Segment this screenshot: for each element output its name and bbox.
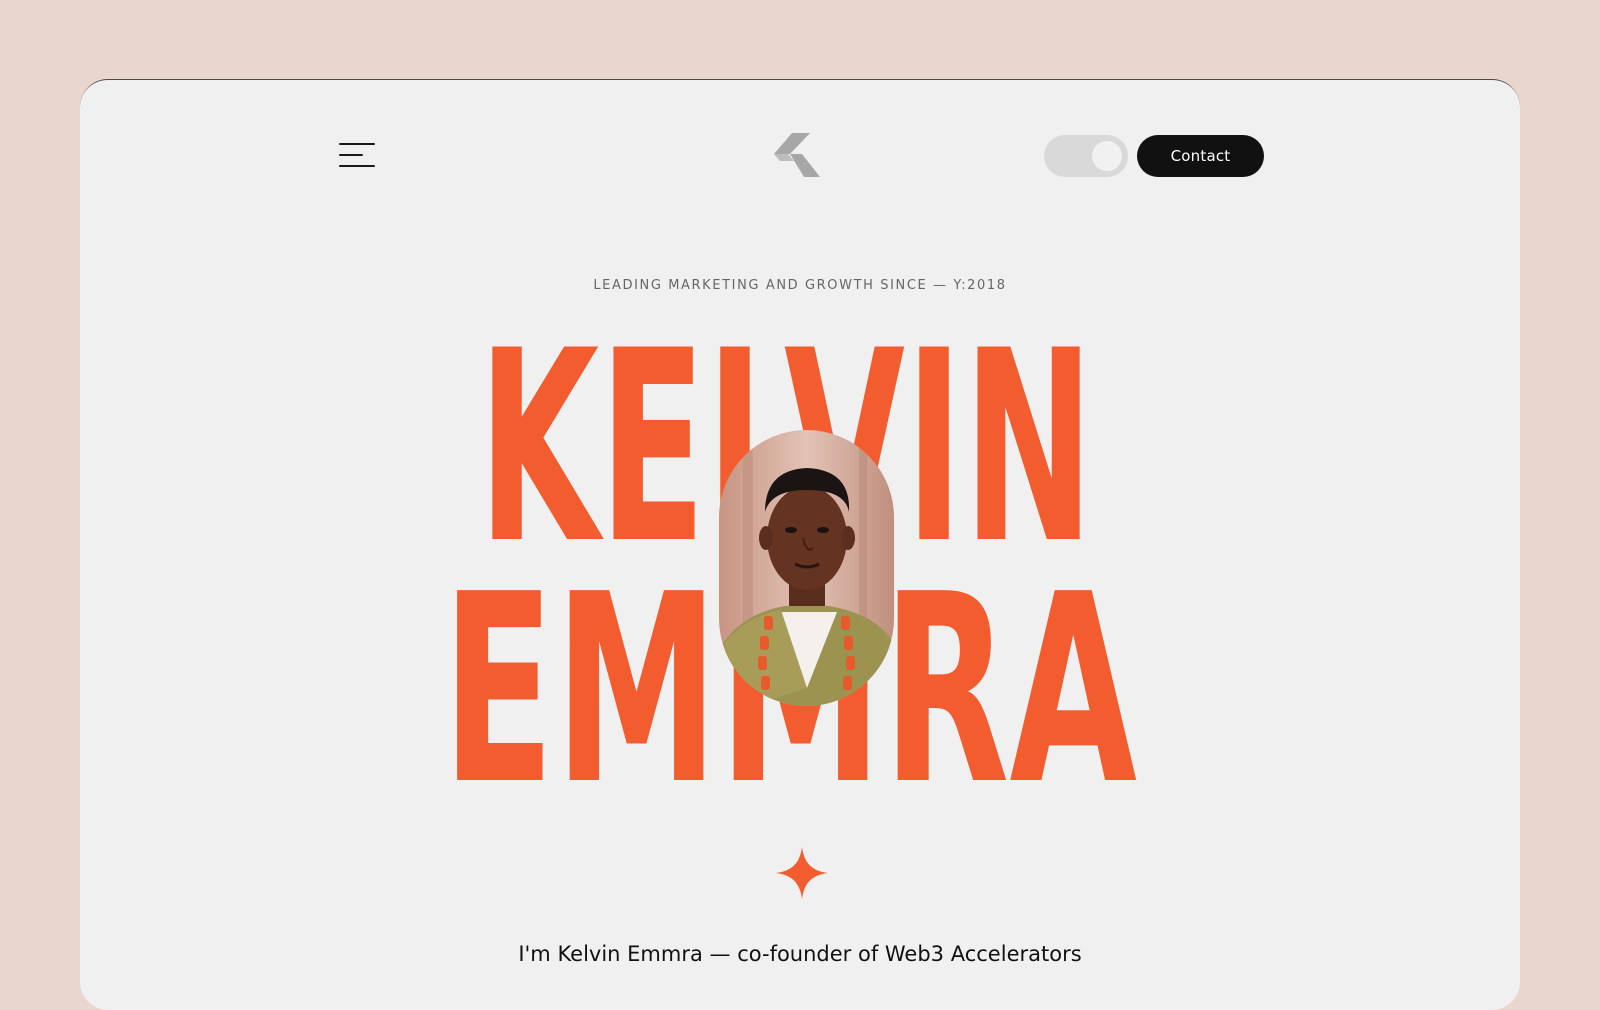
intro-text: I'm Kelvin Emmra — co-founder of Web3 Ac… xyxy=(518,942,1082,966)
page-card: Contact LEADING MARKETING AND GROWTH SIN… xyxy=(80,79,1520,1010)
sparkle-icon xyxy=(776,847,828,899)
portrait-photo xyxy=(719,430,894,706)
